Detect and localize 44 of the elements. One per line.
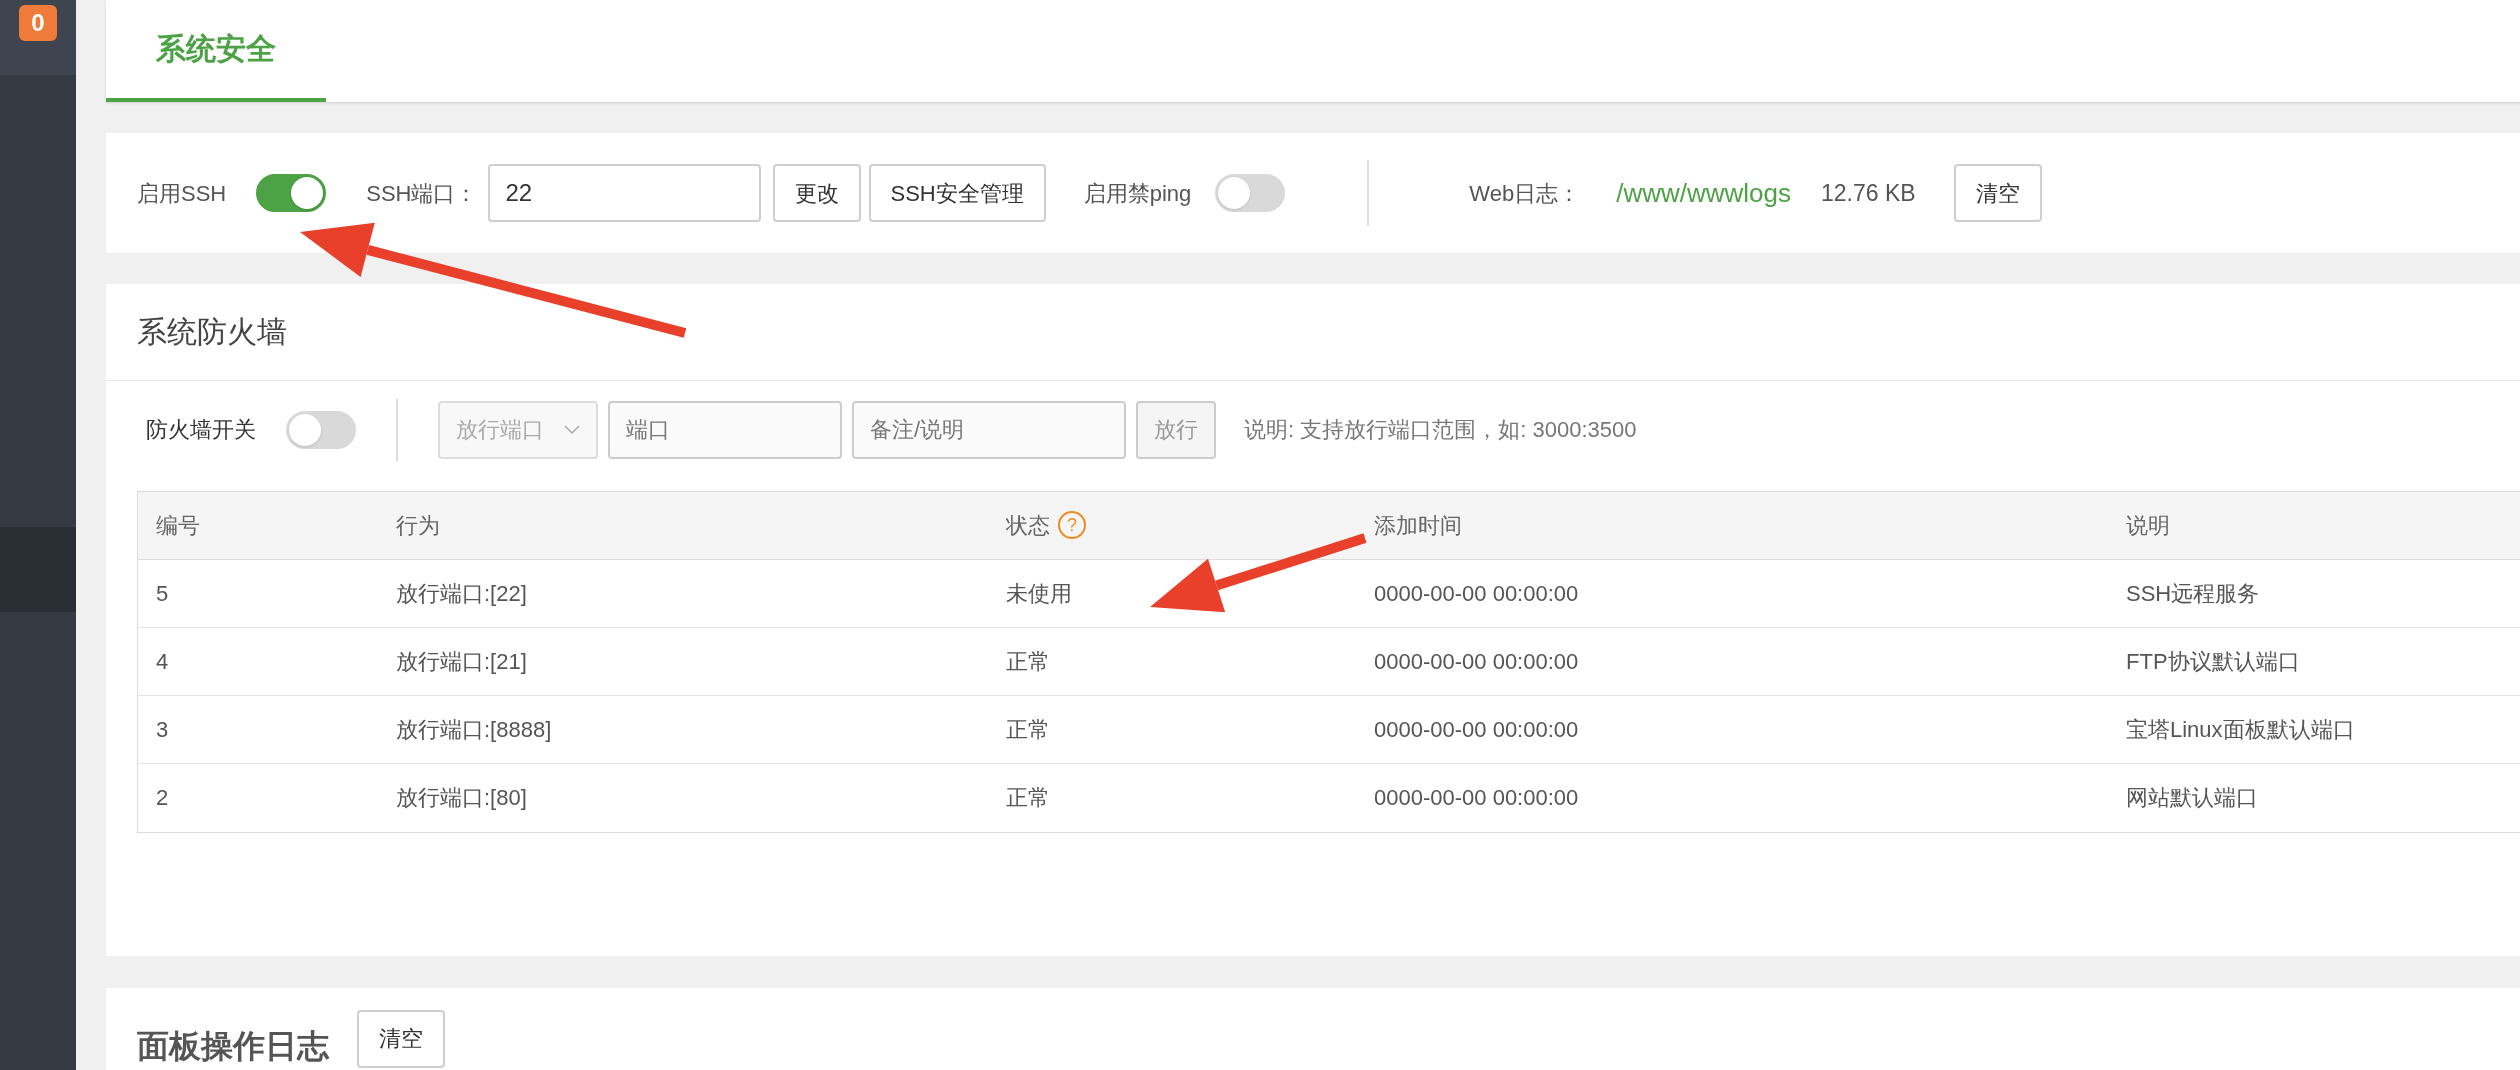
ssh-label: 启用SSH bbox=[137, 179, 227, 208]
table-cell: 正常 bbox=[1006, 785, 1050, 811]
port-label: SSH端口： bbox=[366, 179, 478, 208]
count-badge: 0 bbox=[19, 5, 57, 41]
firewall-hint: 说明: 支持放行端口范围，如: 3000:3500 bbox=[1244, 416, 1637, 445]
column-header: 说明 bbox=[2126, 511, 2170, 540]
note-field[interactable]: 备注/说明 bbox=[852, 400, 1126, 459]
table-cell: 宝塔Linux面板默认端口 bbox=[2126, 716, 2355, 742]
table-cell: 放行端口:[22] bbox=[396, 580, 527, 606]
table-cell: 0000-00-00 00:00:00 bbox=[1374, 580, 1579, 606]
web-log-label: Web日志： bbox=[1469, 179, 1581, 208]
table-cell: 未使用 bbox=[1006, 580, 1072, 606]
firewall-switch-label: 防火墙开关 bbox=[146, 416, 256, 445]
table-cell: SSH远程服务 bbox=[2126, 580, 2260, 606]
table-cell: 正常 bbox=[1006, 716, 1050, 742]
toggle-switch[interactable] bbox=[256, 174, 327, 213]
column-header: 编号 bbox=[156, 511, 200, 540]
table-cell: FTP协议默认端口 bbox=[2126, 648, 2300, 674]
ping-label: 启用禁ping bbox=[1083, 179, 1192, 208]
caret-icon bbox=[564, 424, 580, 435]
clear-log-button[interactable]: 清空 bbox=[357, 1010, 445, 1068]
port-input[interactable]: 22 bbox=[487, 164, 761, 223]
table-cell: 2 bbox=[156, 785, 169, 811]
table-cell: 网站默认端口 bbox=[2126, 785, 2258, 811]
change-button[interactable]: 更改 bbox=[772, 164, 861, 223]
table-cell: 4 bbox=[156, 648, 169, 674]
table-cell: 3 bbox=[156, 716, 169, 742]
table-cell: 放行端口:[80] bbox=[396, 785, 527, 811]
clear-button[interactable]: 清空 bbox=[1953, 164, 2042, 223]
table-cell: 5 bbox=[156, 580, 169, 606]
table-cell: 放行端口:[21] bbox=[396, 648, 527, 674]
section-title: 系统防火墙 bbox=[137, 314, 287, 351]
section-title: 面板操作日志 bbox=[137, 1027, 329, 1066]
table-cell: 0000-00-00 00:00:00 bbox=[1374, 785, 1579, 811]
web-log-size: 12.76 KB bbox=[1821, 179, 1916, 208]
column-header: 行为 bbox=[396, 511, 440, 540]
table-cell: 0000-00-00 00:00:00 bbox=[1374, 648, 1579, 674]
table-cell: 放行端口:[8888] bbox=[396, 716, 552, 742]
ssh-manage-button[interactable]: SSH安全管理 bbox=[868, 164, 1046, 223]
column-header: 状态 bbox=[1006, 511, 1050, 540]
table-cell: 正常 bbox=[1006, 648, 1050, 674]
column-header: 添加时间 bbox=[1374, 511, 1462, 540]
table-cell: 0000-00-00 00:00:00 bbox=[1374, 716, 1579, 742]
port-field[interactable]: 端口 bbox=[608, 400, 842, 459]
